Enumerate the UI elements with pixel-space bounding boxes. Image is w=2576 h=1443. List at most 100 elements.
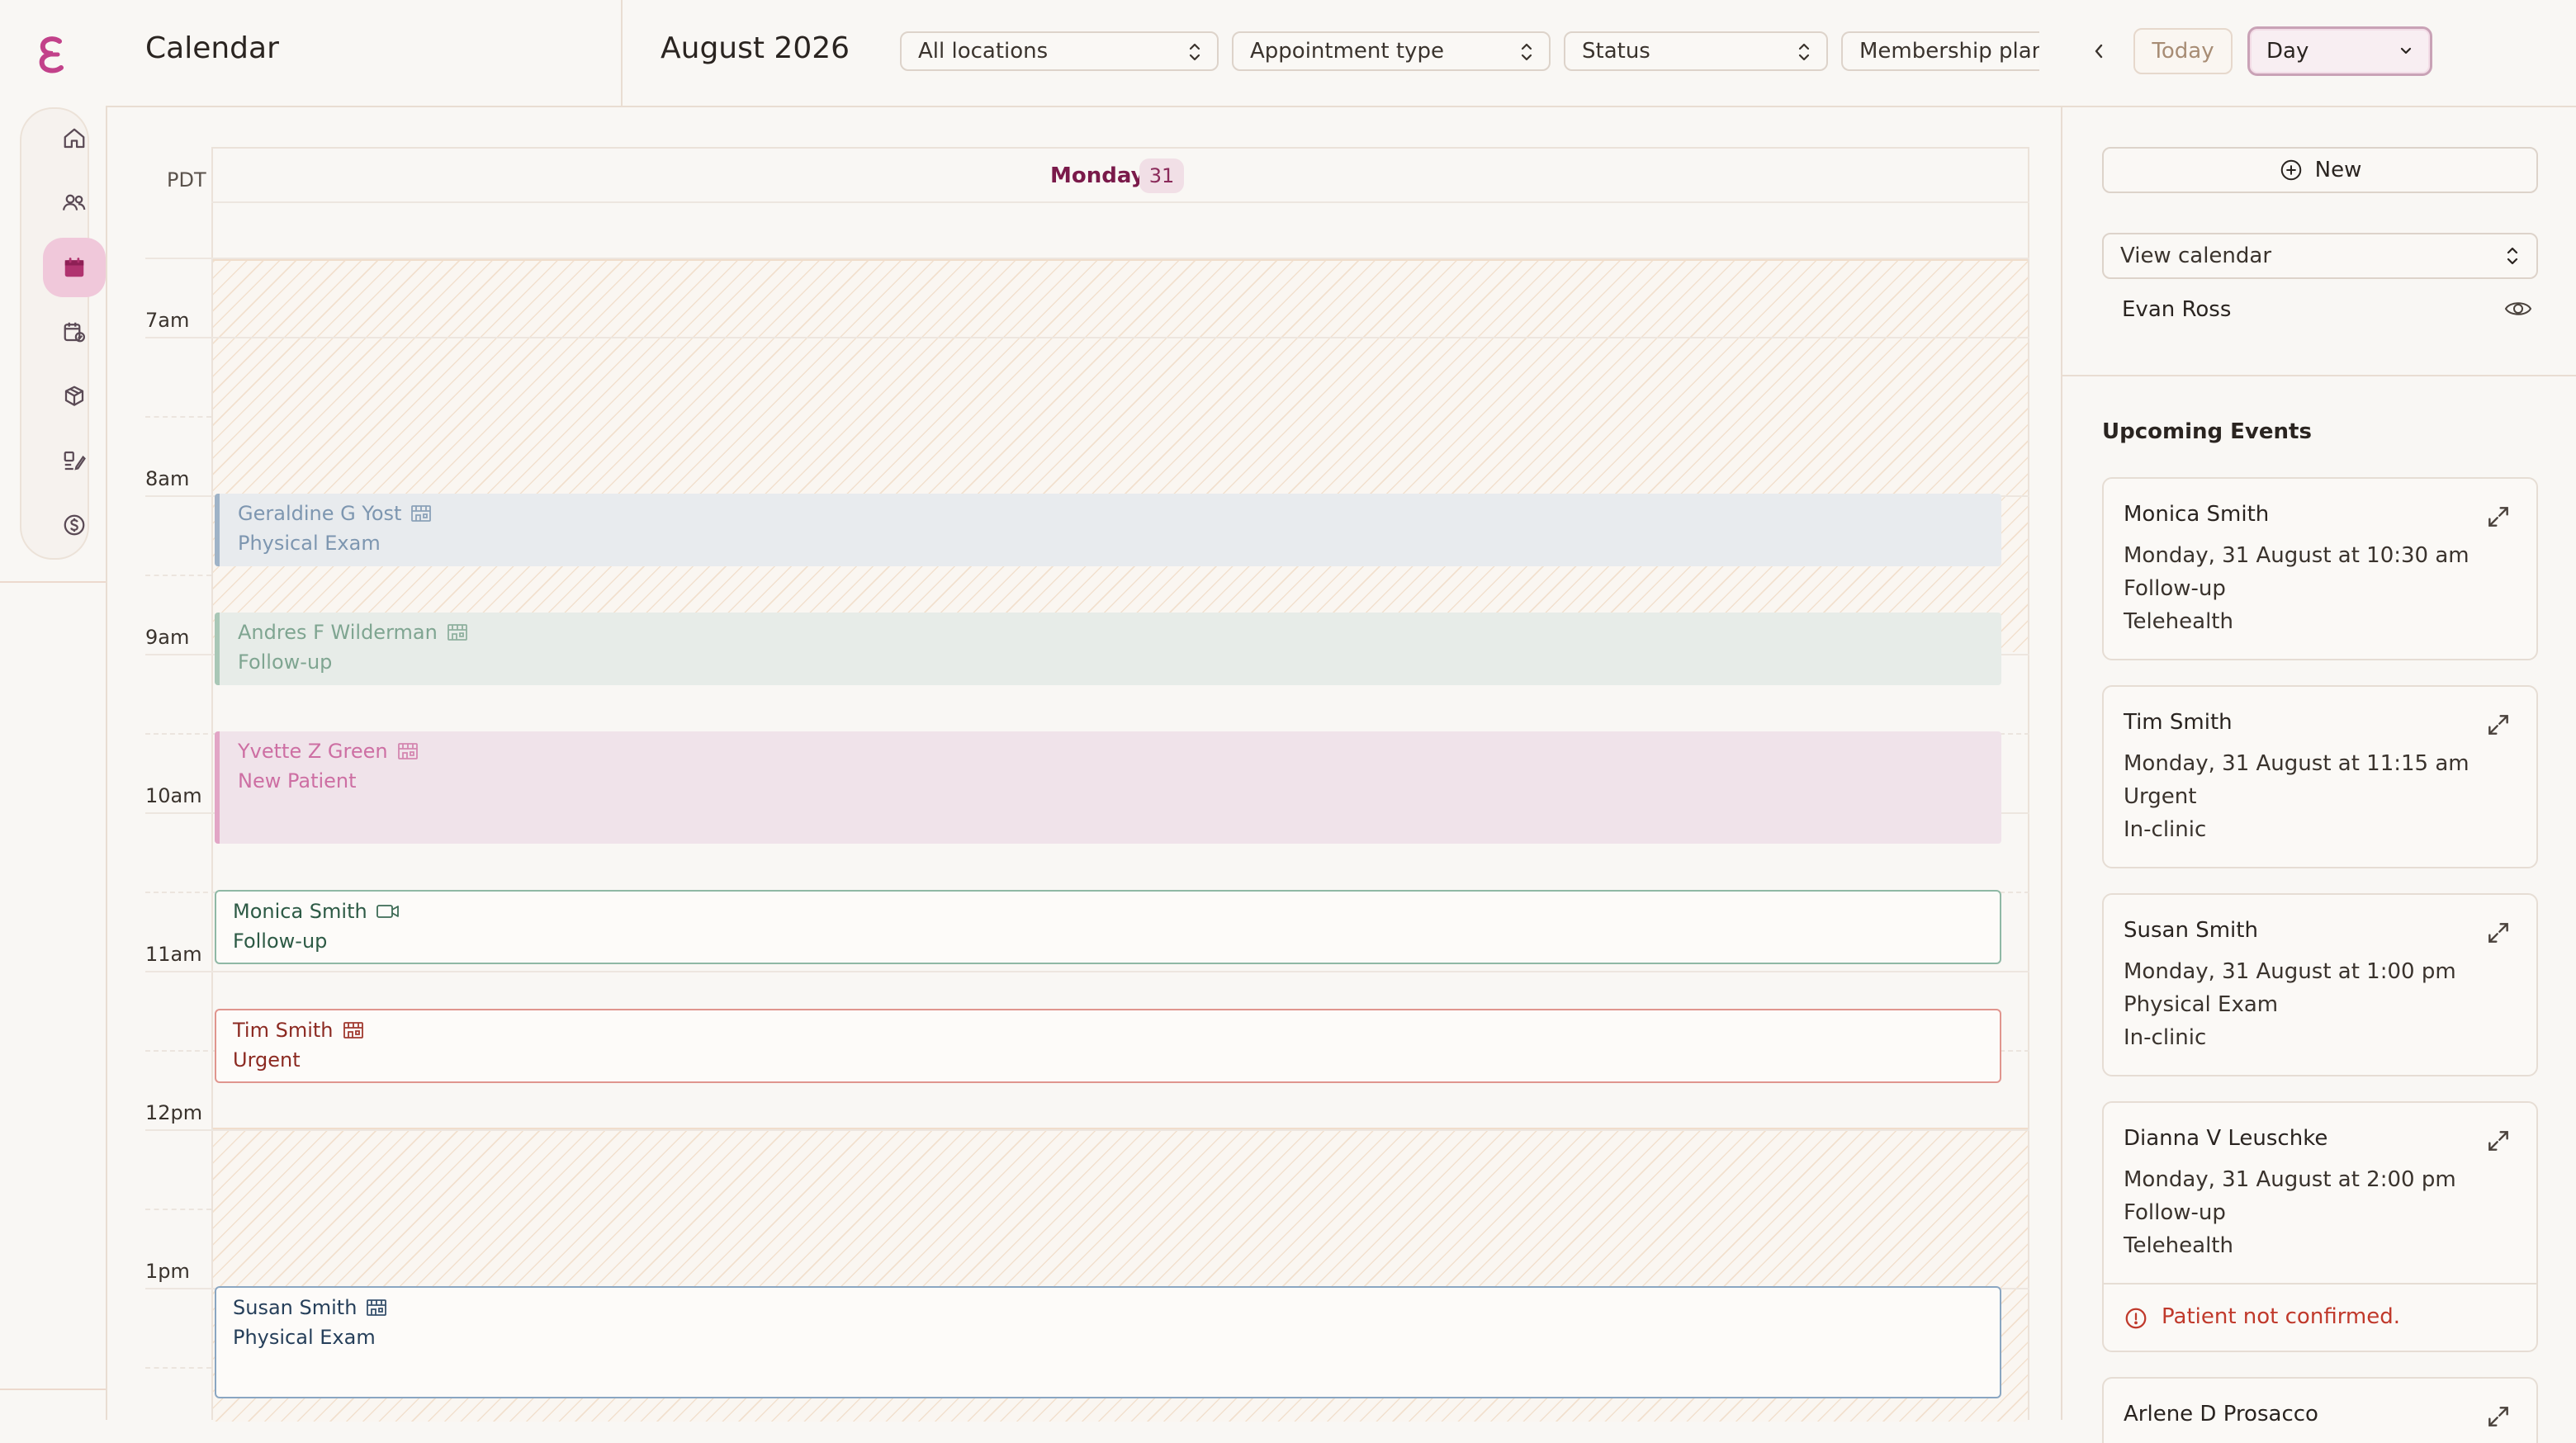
- upcoming-type: Physical Exam: [2124, 992, 2279, 1017]
- view-mode-value: Day: [2266, 39, 2309, 64]
- event-color-bar: [215, 613, 220, 685]
- locations-filter-value: All locations: [918, 39, 1049, 64]
- clinic-building-icon: [447, 624, 467, 641]
- upcoming-event-card[interactable]: Susan Smith Monday, 31 August at 1:00 pm…: [2102, 893, 2538, 1076]
- previous-day-button[interactable]: [2084, 36, 2114, 66]
- upcoming-datetime: Monday, 31 August at 11:15 am: [2124, 751, 2469, 776]
- nav-calendar[interactable]: [43, 238, 106, 297]
- document-edit-icon: [64, 451, 86, 471]
- upcoming-events-title: Upcoming Events: [2102, 419, 2312, 444]
- event-patient-name: Geraldine G Yost: [238, 502, 402, 525]
- status-filter[interactable]: Status: [1564, 31, 1828, 71]
- upcoming-type: Follow-up: [2124, 1200, 2226, 1225]
- nav-patients[interactable]: [43, 173, 106, 233]
- expand-icon[interactable]: [2485, 504, 2512, 530]
- upcoming-patient-name: Dianna V Leuschke: [2124, 1126, 2328, 1151]
- month-label: August 2026: [661, 31, 850, 65]
- clinic-building-icon: [411, 505, 432, 522]
- new-event-label: New: [2314, 158, 2362, 182]
- event-color-bar: [215, 731, 220, 844]
- upcoming-event-card[interactable]: Tim Smith Monday, 31 August at 11:15 am …: [2102, 685, 2538, 868]
- chevron-updown-icon: [2507, 247, 2518, 265]
- clinic-building-icon: [343, 1022, 363, 1038]
- upcoming-patient-name: Susan Smith: [2124, 918, 2258, 943]
- event-patient-name: Susan Smith: [233, 1296, 358, 1319]
- upcoming-event-card[interactable]: Dianna V Leuschke Monday, 31 August at 2…: [2102, 1101, 2538, 1352]
- video-camera-icon: [376, 905, 399, 918]
- rail-divider: [0, 581, 106, 583]
- upcoming-event-card[interactable]: Arlene D Prosacco: [2102, 1377, 2538, 1443]
- unavailable-block: [213, 259, 2028, 652]
- nav-forms[interactable]: [43, 431, 106, 490]
- event-patient-name: Andres F Wilderman: [238, 621, 438, 644]
- grid-line: [211, 201, 2029, 203]
- warning-text: Patient not confirmed.: [2162, 1304, 2401, 1329]
- hour-label: 9am: [145, 626, 190, 649]
- appointment-type-filter[interactable]: Appointment type: [1232, 31, 1551, 71]
- grid-line: [145, 1367, 211, 1369]
- home-icon: [64, 128, 85, 149]
- expand-icon[interactable]: [2485, 1403, 2512, 1430]
- chevron-left-icon: [2095, 44, 2103, 59]
- grid-line: [145, 416, 211, 418]
- locations-filter[interactable]: All locations: [900, 31, 1219, 71]
- event-type: Follow-up: [233, 930, 328, 953]
- grid-line: [145, 575, 211, 576]
- hour-label: 8am: [145, 467, 190, 490]
- upcoming-patient-name: Arlene D Prosacco: [2124, 1402, 2318, 1426]
- nav-home[interactable]: [43, 109, 106, 168]
- upcoming-datetime: Monday, 31 August at 10:30 am: [2124, 543, 2469, 568]
- view-mode-select[interactable]: Day: [2247, 26, 2432, 76]
- day-number-badge: 31: [1139, 158, 1184, 193]
- upcoming-type: Follow-up: [2124, 576, 2226, 601]
- event-card[interactable]: Yvette Z Green New Patient: [215, 731, 2001, 844]
- appointment-type-filter-value: Appointment type: [1250, 39, 1444, 64]
- event-type: Physical Exam: [233, 1326, 376, 1349]
- rail-nav-group: [20, 107, 106, 560]
- calendar-person-row[interactable]: Evan Ross: [2102, 289, 2538, 332]
- page-title: Calendar: [145, 31, 279, 65]
- app-rail: [0, 0, 107, 1420]
- app-logo-icon[interactable]: [30, 33, 76, 76]
- calendar-check-icon: [64, 322, 85, 343]
- day-header: Monday 31: [211, 147, 2029, 201]
- upcoming-patient-name: Monica Smith: [2124, 502, 2270, 527]
- calendar-person-name: Evan Ross: [2122, 297, 2232, 322]
- chevron-updown-icon: [1189, 43, 1200, 61]
- event-card[interactable]: Geraldine G Yost Physical Exam: [215, 494, 2001, 566]
- new-event-button[interactable]: New: [2102, 147, 2538, 193]
- eye-icon[interactable]: [2503, 297, 2533, 320]
- event-card[interactable]: Monica Smith Follow-up: [215, 890, 2001, 964]
- grid-line: [145, 1129, 2029, 1131]
- plus-circle-icon: [2280, 159, 2301, 181]
- box-icon: [64, 386, 84, 406]
- event-patient-name: Tim Smith: [233, 1019, 334, 1042]
- membership-plan-filter[interactable]: Membership plan: [1841, 31, 2039, 71]
- nav-schedule-check[interactable]: [43, 302, 106, 362]
- panel-divider: [2062, 375, 2576, 376]
- event-card[interactable]: Tim Smith Urgent: [215, 1009, 2001, 1083]
- upcoming-patient-name: Tim Smith: [2124, 710, 2233, 735]
- expand-icon[interactable]: [2485, 712, 2512, 738]
- upcoming-event-card[interactable]: Monica Smith Monday, 31 August at 10:30 …: [2102, 477, 2538, 660]
- nav-inventory[interactable]: [43, 367, 106, 426]
- upcoming-datetime: Monday, 31 August at 2:00 pm: [2124, 1167, 2456, 1192]
- event-color-bar: [215, 494, 220, 566]
- top-bar: Calendar August 2026 All locations Appoi…: [106, 0, 2576, 107]
- header-divider: [621, 0, 623, 106]
- expand-icon[interactable]: [2485, 1128, 2512, 1154]
- today-button[interactable]: Today: [2133, 28, 2233, 74]
- clinic-building-icon: [367, 1299, 387, 1316]
- timezone-label: PDT: [167, 168, 206, 192]
- view-calendar-select[interactable]: View calendar: [2102, 233, 2538, 279]
- event-card[interactable]: Susan Smith Physical Exam: [215, 1286, 2001, 1398]
- nav-billing[interactable]: [43, 495, 106, 555]
- hour-label: 10am: [145, 784, 202, 807]
- grid-line: [145, 1209, 211, 1210]
- grid-line: [145, 258, 2029, 259]
- expand-icon[interactable]: [2485, 920, 2512, 946]
- event-patient-name: Monica Smith: [233, 900, 367, 923]
- upcoming-mode: Telehealth: [2124, 609, 2233, 634]
- event-card[interactable]: Andres F Wilderman Follow-up: [215, 613, 2001, 685]
- alert-circle-icon: [2125, 1308, 2147, 1329]
